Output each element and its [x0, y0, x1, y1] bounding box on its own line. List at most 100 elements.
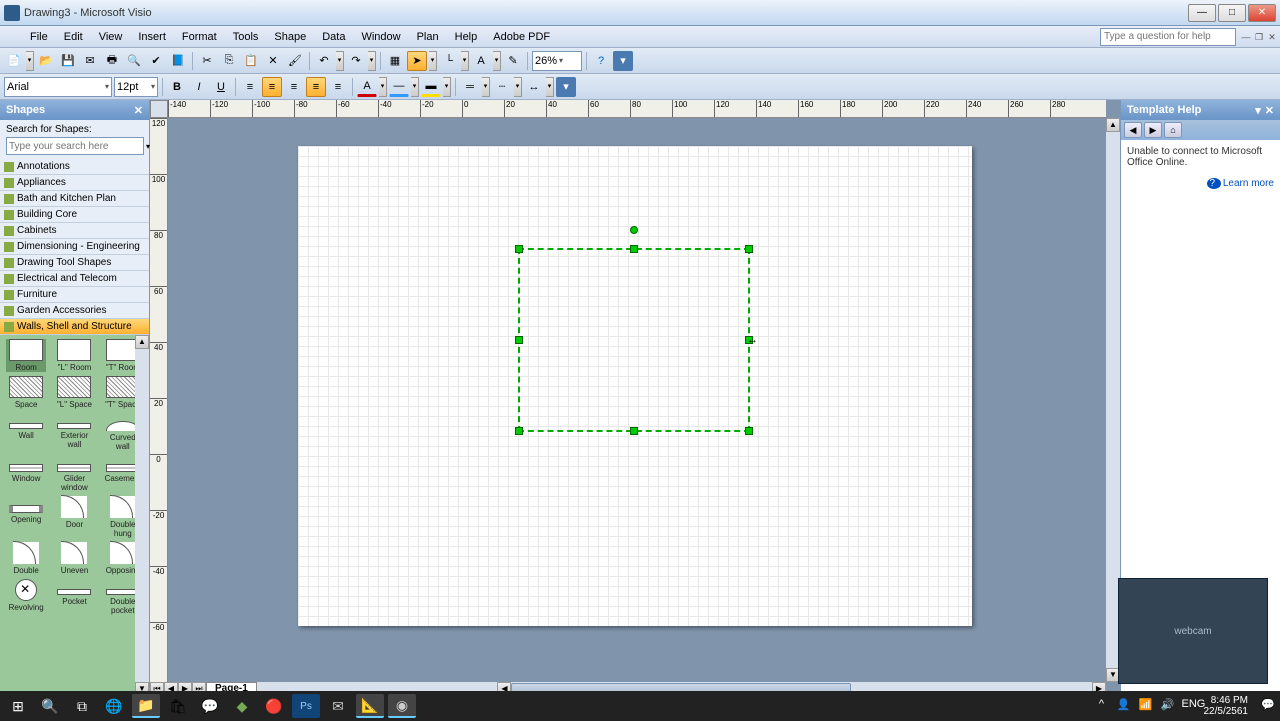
align-right-button[interactable]: ≡	[284, 77, 304, 97]
resize-handle-bm[interactable]	[630, 427, 638, 435]
stencil-item-dimensioning[interactable]: Dimensioning - Engineering	[0, 239, 149, 255]
taskbar-store-icon[interactable]: 🛍	[164, 694, 192, 718]
shape-door[interactable]: Door	[54, 496, 94, 538]
delete-button[interactable]: ✕	[263, 51, 283, 71]
italic-button[interactable]: I	[189, 77, 209, 97]
open-button[interactable]: 📂	[36, 51, 56, 71]
align-center-button[interactable]: ≡	[262, 77, 282, 97]
start-button[interactable]: ⊞	[4, 694, 32, 718]
line-ends-button[interactable]: ↔	[524, 77, 544, 97]
stencil-item-annotations[interactable]: Annotations	[0, 159, 149, 175]
shapes-search-input[interactable]	[6, 137, 144, 155]
shape-opening[interactable]: Opening	[6, 496, 46, 538]
shapes-scrollbar[interactable]: ▲ ▼	[135, 335, 149, 696]
doc-close-button[interactable]: ✕	[1266, 31, 1278, 43]
text-tool-button[interactable]: A	[471, 51, 491, 71]
resize-handle-bl[interactable]	[515, 427, 523, 435]
canvas-viewport[interactable]: ↔	[168, 118, 1106, 682]
doc-icon[interactable]	[4, 30, 18, 44]
tray-people-icon[interactable]: 👤	[1116, 698, 1132, 714]
menu-edit[interactable]: Edit	[56, 29, 91, 45]
font-color-dropdown[interactable]: ▾	[379, 77, 387, 97]
taskbar-search-icon[interactable]: 🔍	[36, 694, 64, 718]
menu-window[interactable]: Window	[353, 29, 408, 45]
shape-l-room[interactable]: "L" Room	[54, 339, 94, 372]
taskbar-explorer-icon[interactable]: 📁	[132, 694, 160, 718]
shape-room[interactable]: Room	[6, 339, 46, 372]
taskbar-photoshop-icon[interactable]: Ps	[292, 694, 320, 718]
pointer-dropdown[interactable]: ▾	[429, 51, 437, 71]
maximize-button[interactable]: □	[1218, 4, 1246, 22]
template-help-menu-button[interactable]: ▾	[1255, 104, 1261, 117]
tray-volume-icon[interactable]: 🔊	[1160, 698, 1176, 714]
menu-tools[interactable]: Tools	[225, 29, 267, 45]
template-help-close-button[interactable]: ✕	[1265, 104, 1274, 117]
minimize-button[interactable]: —	[1188, 4, 1216, 22]
connector-tool-button[interactable]: └	[439, 51, 459, 71]
resize-handle-tr[interactable]	[745, 245, 753, 253]
font-name-combo[interactable]: Arial▾	[4, 77, 112, 97]
help-learn-more-link[interactable]: Learn more	[1127, 178, 1274, 189]
help-search-input[interactable]	[1100, 28, 1236, 46]
line-color-button[interactable]: —	[389, 77, 409, 97]
doc-restore-button[interactable]: ❐	[1253, 31, 1265, 43]
menu-help[interactable]: Help	[447, 29, 486, 45]
tray-lang-indicator[interactable]: ENG	[1182, 698, 1198, 714]
menu-shape[interactable]: Shape	[266, 29, 314, 45]
menu-view[interactable]: View	[91, 29, 131, 45]
stencil-item-cabinets[interactable]: Cabinets	[0, 223, 149, 239]
align-left-button[interactable]: ≡	[240, 77, 260, 97]
toolbar-options-button[interactable]: ▾	[613, 51, 633, 71]
taskbar-clock[interactable]: 8:46 PM 22/5/2561	[1204, 695, 1255, 717]
help-home-button[interactable]: ⌂	[1164, 122, 1182, 138]
shape-glider-window[interactable]: Glider window	[54, 455, 94, 492]
shape-wall[interactable]: Wall	[6, 413, 46, 451]
horizontal-ruler[interactable]: -140-120-100-80-60-40-200204060801001201…	[168, 100, 1106, 118]
font-color-button[interactable]: A	[357, 77, 377, 97]
align-middle-button[interactable]: ≡	[306, 77, 326, 97]
copy-button[interactable]: ⎘	[219, 51, 239, 71]
close-button[interactable]: ✕	[1248, 4, 1276, 22]
taskbar-app1-icon[interactable]: ◆	[228, 694, 256, 718]
stencil-item-garden[interactable]: Garden Accessories	[0, 303, 149, 319]
connector-dropdown[interactable]: ▾	[461, 51, 469, 71]
taskbar-visio-icon[interactable]: 📐	[356, 694, 384, 718]
shapes-window-button[interactable]: ▦	[385, 51, 405, 71]
shape-l-space[interactable]: "L" Space	[54, 376, 94, 409]
menu-plan[interactable]: Plan	[409, 29, 447, 45]
zoom-combo[interactable]: 26%▾	[532, 51, 582, 71]
tray-up-icon[interactable]: ^	[1094, 698, 1110, 714]
shape-exterior-wall[interactable]: Exterior wall	[54, 413, 94, 451]
research-button[interactable]: 📘	[168, 51, 188, 71]
stencil-item-walls[interactable]: Walls, Shell and Structure	[0, 319, 149, 335]
format-painter-button[interactable]: 🖌	[285, 51, 305, 71]
new-dropdown[interactable]: ▾	[26, 51, 34, 71]
resize-handle-tm[interactable]	[630, 245, 638, 253]
font-size-combo[interactable]: 12pt▾	[114, 77, 158, 97]
fill-color-button[interactable]: ▬	[421, 77, 441, 97]
redo-button[interactable]: ↷	[346, 51, 366, 71]
resize-handle-tl[interactable]	[515, 245, 523, 253]
line-weight-dropdown[interactable]: ▾	[482, 77, 490, 97]
redo-dropdown[interactable]: ▾	[368, 51, 376, 71]
stencil-item-appliances[interactable]: Appliances	[0, 175, 149, 191]
tray-network-icon[interactable]: 📶	[1138, 698, 1154, 714]
text-dropdown[interactable]: ▾	[493, 51, 501, 71]
selected-room-shape[interactable]: ↔	[518, 248, 750, 432]
doc-minimize-button[interactable]: —	[1240, 31, 1252, 43]
shapes-scroll-up[interactable]: ▲	[135, 335, 149, 349]
taskbar-line-icon[interactable]: 💬	[196, 694, 224, 718]
shape-window[interactable]: Window	[6, 455, 46, 492]
menu-data[interactable]: Data	[314, 29, 353, 45]
stencil-item-bath[interactable]: Bath and Kitchen Plan	[0, 191, 149, 207]
align-bottom-button[interactable]: ≡	[328, 77, 348, 97]
email-button[interactable]: ✉	[80, 51, 100, 71]
menu-insert[interactable]: Insert	[130, 29, 174, 45]
spell-button[interactable]: ✔	[146, 51, 166, 71]
undo-button[interactable]: ↶	[314, 51, 334, 71]
bold-button[interactable]: B	[167, 77, 187, 97]
taskbar-taskview-icon[interactable]: ⧉	[68, 694, 96, 718]
stencil-item-drawing[interactable]: Drawing Tool Shapes	[0, 255, 149, 271]
shape-space[interactable]: Space	[6, 376, 46, 409]
line-pattern-button[interactable]: ┄	[492, 77, 512, 97]
